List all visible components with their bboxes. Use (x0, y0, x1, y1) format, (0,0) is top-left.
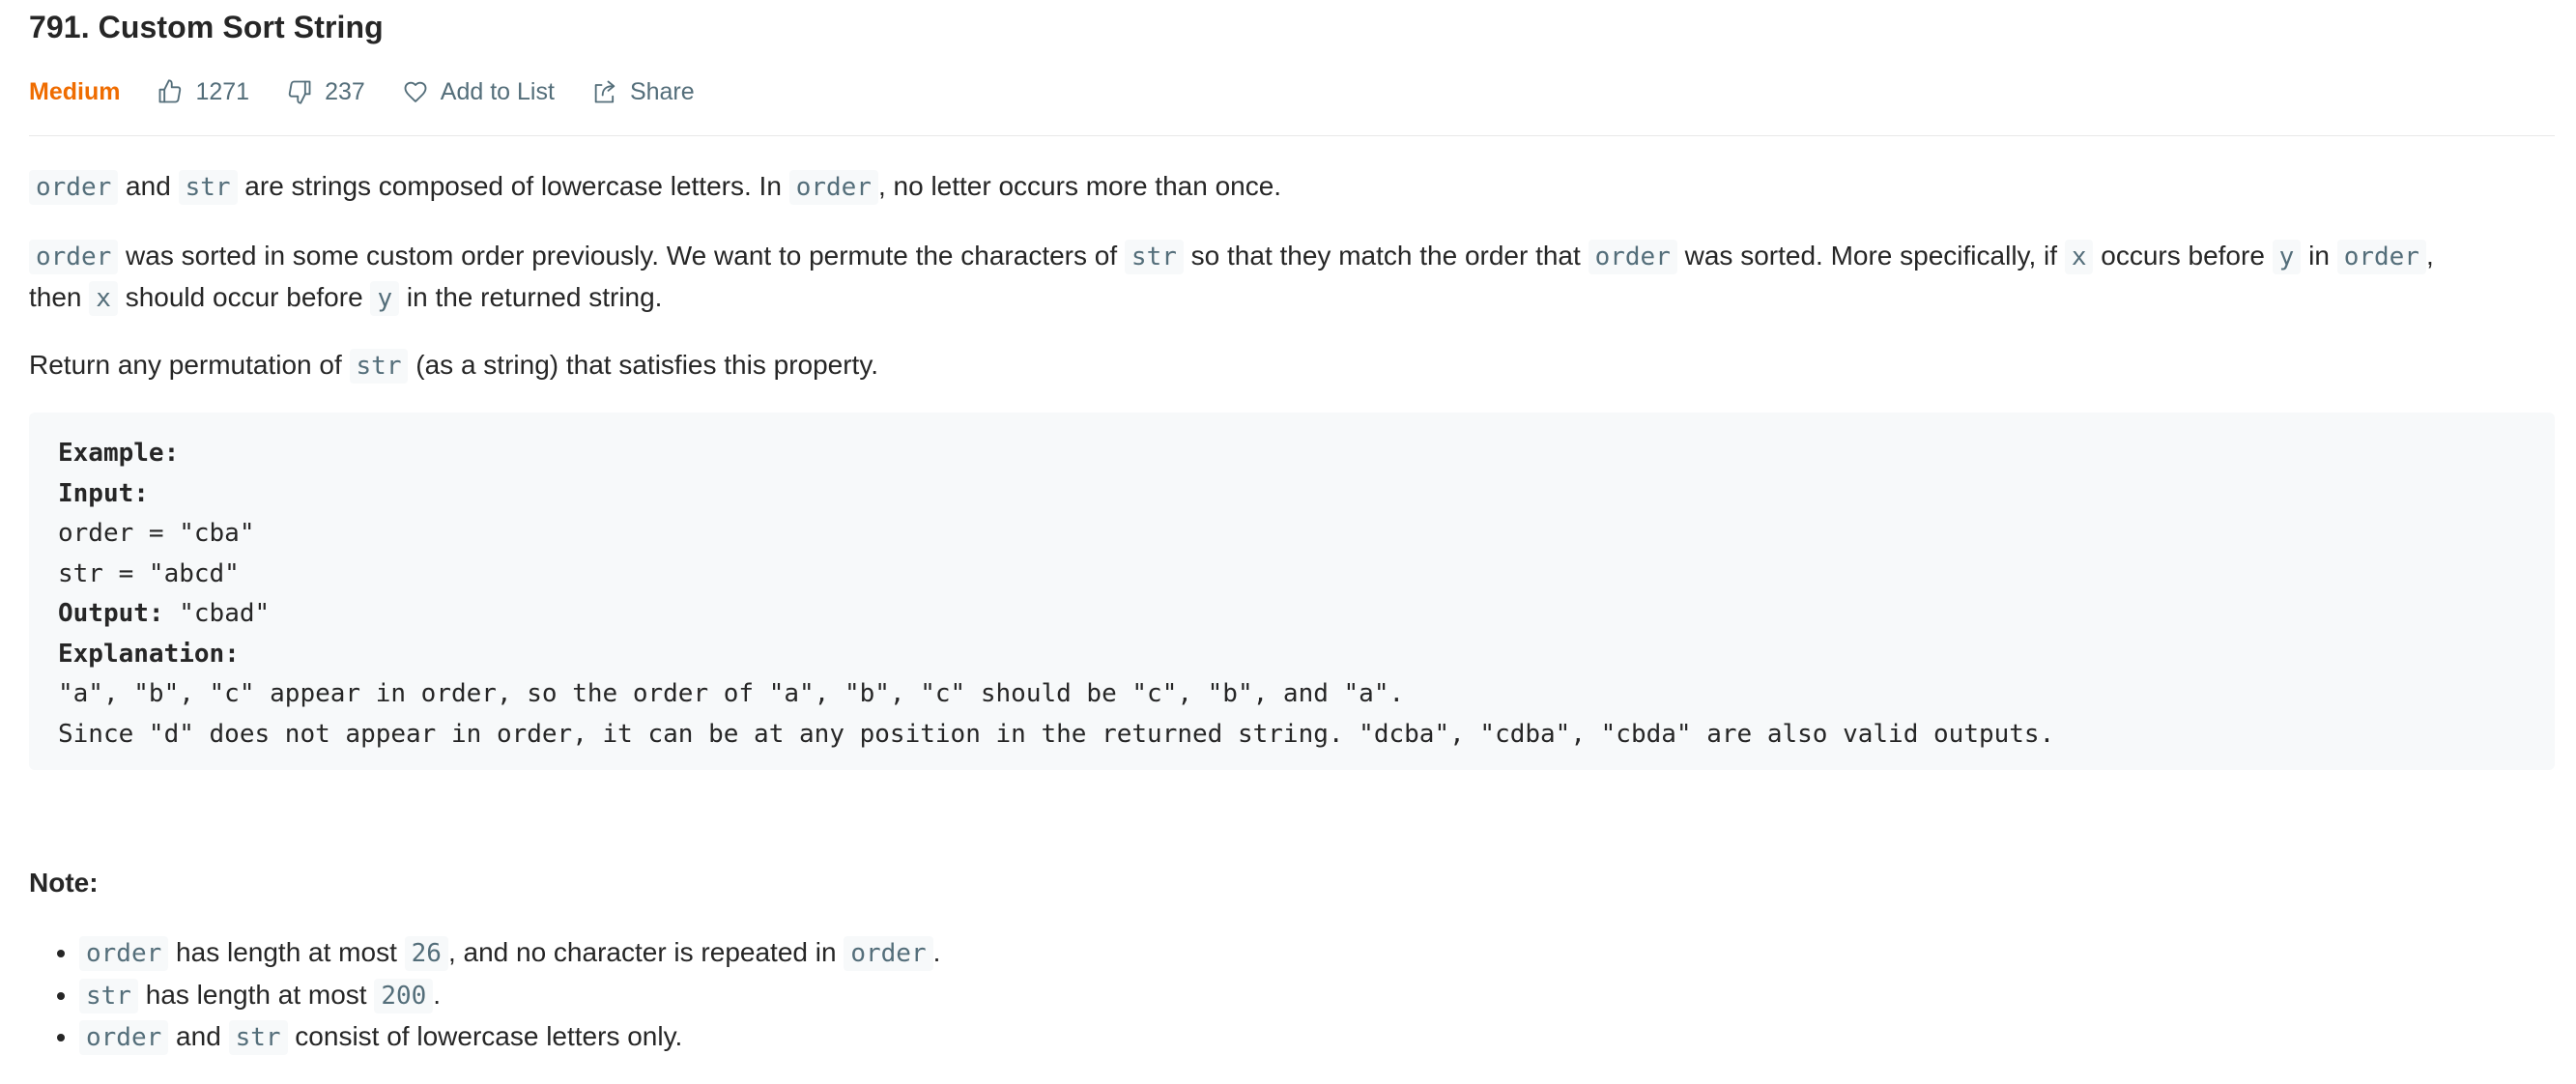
thumbs-down-icon (286, 78, 313, 105)
description-paragraph-3: Return any permutation of str (as a stri… (29, 345, 2555, 386)
inline-code: y (2272, 240, 2302, 274)
explanation-line: "a", "b", "c" appear in order, so the or… (58, 679, 1405, 708)
like-count: 1271 (195, 77, 250, 105)
inline-code: order (79, 1020, 169, 1055)
like-button[interactable]: 1271 (157, 78, 249, 106)
note-title: Note: (29, 868, 99, 898)
inline-code: order (29, 240, 119, 274)
share-button[interactable]: Share (591, 78, 695, 106)
dislike-button[interactable]: 237 (286, 78, 365, 106)
description-paragraph-1: order and str are strings composed of lo… (29, 166, 2555, 208)
description-paragraph-2-line-2: then x should occur before y in the retu… (29, 277, 2555, 319)
output-label: Output: (58, 599, 164, 628)
inline-code: str (178, 170, 238, 205)
inline-code: order (1588, 240, 1677, 274)
inline-code: order (29, 170, 119, 205)
difficulty-label: Medium (29, 77, 121, 105)
inline-code: str (79, 978, 138, 1013)
add-to-list-label: Add to List (440, 77, 555, 105)
share-icon (591, 78, 618, 105)
inline-code: str (1124, 240, 1184, 274)
inline-code: order (79, 936, 169, 971)
input-label: Input: (58, 478, 149, 508)
example-block: Example: Input: order = "cba" str = "abc… (29, 413, 2555, 770)
share-label: Share (629, 77, 695, 105)
description-paragraph-2-line-1: order was sorted in some custom order pr… (29, 236, 2555, 277)
thumbs-up-icon (157, 78, 184, 105)
problem-title: 791. Custom Sort String (29, 10, 384, 44)
inline-code: order (788, 170, 878, 205)
output-value: "cbad" (163, 599, 271, 628)
inline-code: y (370, 281, 400, 316)
inline-code: x (89, 281, 118, 316)
input-line: order = "cba" (58, 519, 255, 548)
note-list: order has length at most 26, and no char… (29, 932, 940, 1059)
explanation-line: Since "d" does not appear in order, it c… (58, 719, 2055, 749)
example-heading: Example: (58, 439, 180, 468)
inline-code: order (2336, 240, 2426, 274)
note-item: order and str consist of lowercase lette… (79, 1016, 940, 1059)
description-paragraph-2: order was sorted in some custom order pr… (29, 236, 2555, 319)
add-to-list-button[interactable]: Add to List (402, 78, 555, 106)
example-text: Example: Input: order = "cba" str = "abc… (58, 434, 2054, 755)
inline-code: str (349, 349, 409, 384)
inline-code: order (844, 936, 933, 971)
header-divider (29, 135, 2555, 136)
inline-code: str (228, 1020, 288, 1055)
inline-code: x (2064, 240, 2094, 274)
problem-meta-bar: Medium 1271 237 Add to List Share (29, 74, 731, 109)
input-line: str = "abcd" (58, 558, 240, 588)
inline-code: 200 (374, 978, 434, 1013)
heart-icon (402, 78, 429, 105)
dislike-count: 237 (325, 77, 365, 105)
note-item: str has length at most 200. (79, 975, 940, 1017)
explanation-label: Explanation: (58, 639, 240, 669)
note-item: order has length at most 26, and no char… (79, 932, 940, 975)
inline-code: 26 (404, 936, 448, 971)
